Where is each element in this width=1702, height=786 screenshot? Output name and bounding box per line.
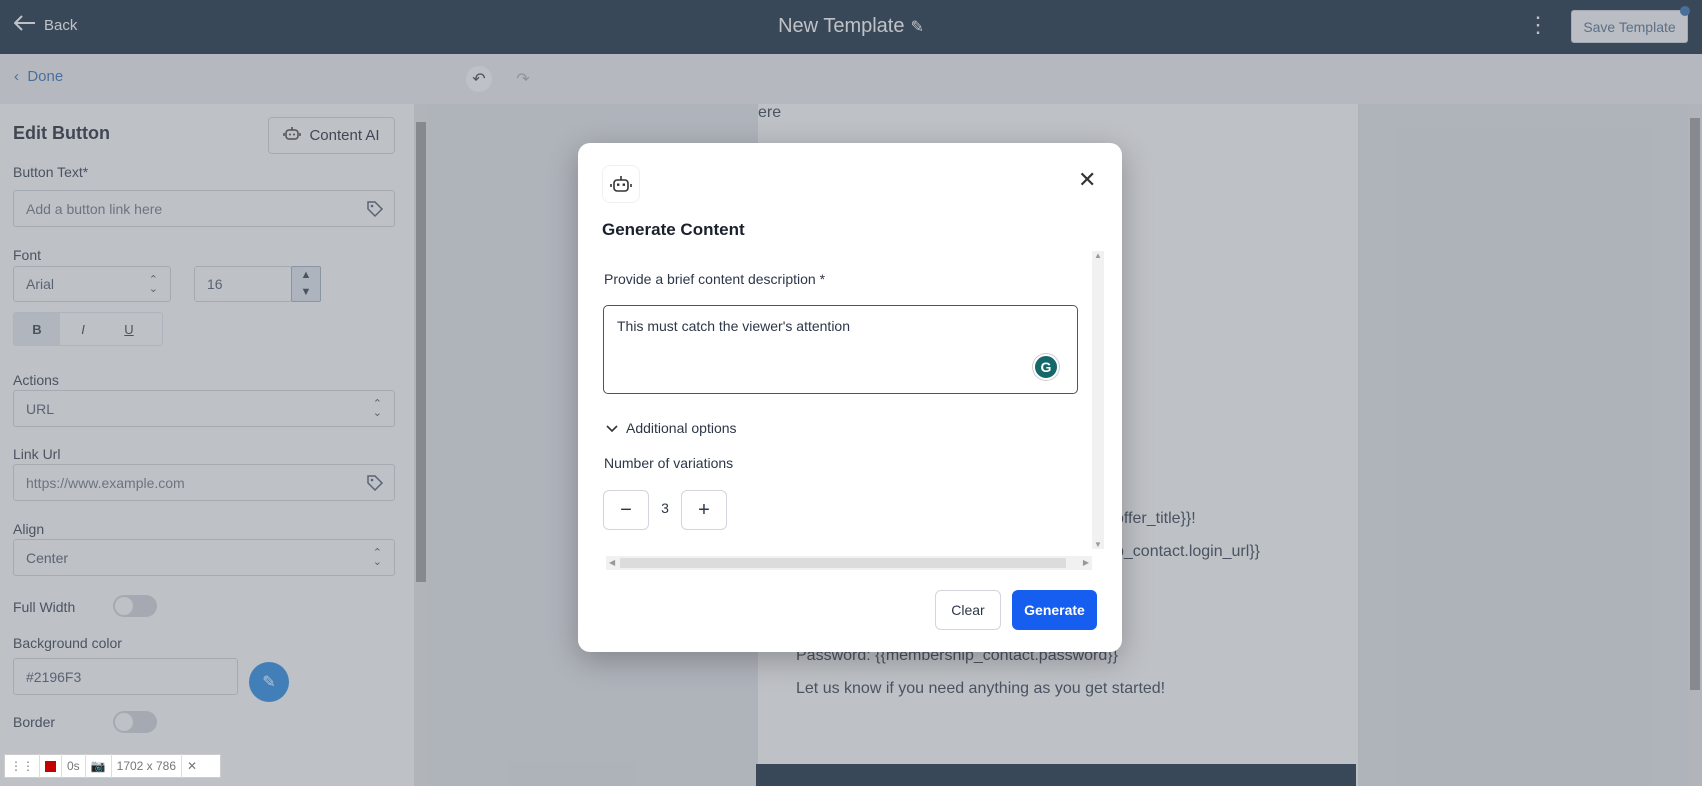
- variations-value[interactable]: 3: [650, 500, 680, 516]
- scroll-up-icon[interactable]: ▲: [1092, 251, 1104, 260]
- scroll-right-icon[interactable]: ▶: [1083, 556, 1089, 570]
- stop-icon: [45, 760, 56, 772]
- description-label: Provide a brief content description *: [604, 271, 826, 287]
- decrement-button[interactable]: −: [603, 490, 649, 530]
- modal-vertical-scrollbar[interactable]: ▲ ▼: [1092, 251, 1104, 549]
- modal-horizontal-scrollbar[interactable]: ◀ ▶: [606, 556, 1092, 570]
- recording-time: 0s: [62, 754, 86, 778]
- robot-icon: [602, 165, 640, 203]
- recording-size: 1702 x 786: [112, 754, 183, 778]
- scroll-left-icon[interactable]: ◀: [609, 556, 615, 570]
- stop-record-button[interactable]: [40, 754, 62, 778]
- generate-content-modal: ✕ Generate Content Provide a brief conte…: [578, 143, 1122, 652]
- generate-button[interactable]: Generate: [1012, 590, 1097, 630]
- modal-title: Generate Content: [602, 220, 745, 239]
- increment-button[interactable]: +: [681, 490, 727, 530]
- camera-icon[interactable]: 📷: [86, 754, 112, 778]
- grammarly-icon[interactable]: G: [1033, 354, 1059, 380]
- additional-options-toggle[interactable]: Additional options: [606, 420, 737, 436]
- clear-button[interactable]: Clear: [935, 590, 1001, 630]
- variations-label: Number of variations: [604, 455, 734, 471]
- screen-recorder-bar: ⋮⋮ 0s 📷 1702 x 786 ✕: [4, 754, 221, 778]
- description-textarea[interactable]: [603, 305, 1078, 394]
- additional-options-label: Additional options: [626, 420, 737, 436]
- scroll-thumb[interactable]: [620, 558, 1066, 568]
- drag-handle-icon[interactable]: ⋮⋮: [5, 754, 40, 778]
- close-icon[interactable]: ✕: [182, 754, 202, 778]
- chevron-down-icon: [606, 420, 618, 436]
- close-icon[interactable]: ✕: [1078, 169, 1096, 191]
- scroll-down-icon[interactable]: ▼: [1092, 540, 1104, 549]
